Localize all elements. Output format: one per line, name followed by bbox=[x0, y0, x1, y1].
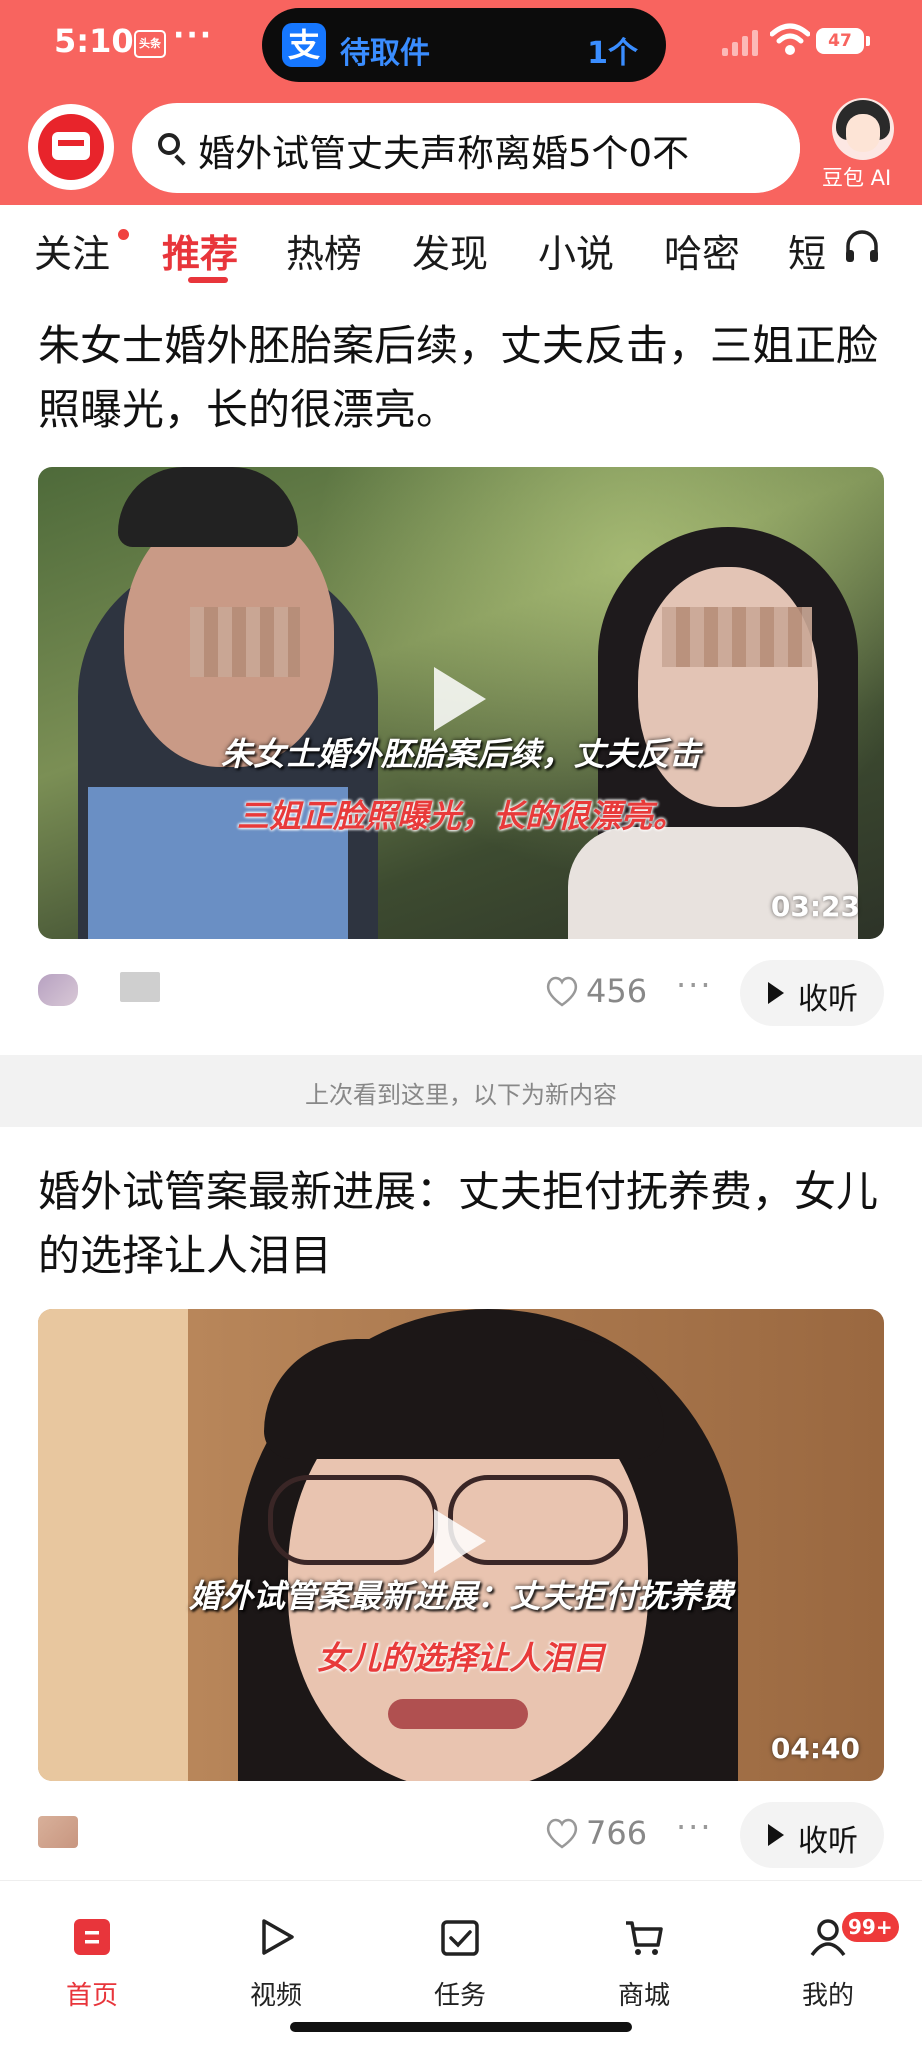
author-name-blurred[interactable] bbox=[120, 972, 160, 1002]
article-title[interactable]: 朱女士婚外胚胎案后续，丈夫反击，三姐正脸照曝光，长的很漂亮。 bbox=[38, 314, 888, 442]
play-icon bbox=[434, 667, 486, 731]
island-pickup-label: 待取件 bbox=[340, 36, 430, 71]
task-icon bbox=[441, 1920, 479, 1956]
more-status-icon: ··· bbox=[173, 18, 214, 53]
tab-recommend[interactable]: 推荐 bbox=[162, 223, 238, 278]
signal-icon bbox=[722, 26, 764, 56]
tab-follow[interactable]: 关注 bbox=[34, 223, 110, 278]
doubao-ai-avatar[interactable] bbox=[832, 98, 894, 160]
card-meta-row: 456 ··· 收听 bbox=[0, 950, 922, 1030]
headphones-icon[interactable] bbox=[842, 226, 882, 266]
more-options-icon[interactable]: ··· bbox=[676, 1808, 713, 1846]
nav-video[interactable]: 视频 bbox=[216, 1903, 336, 2013]
follow-unread-dot bbox=[118, 229, 129, 240]
nav-home[interactable]: 首页 bbox=[32, 1903, 152, 2013]
home-indicator[interactable] bbox=[290, 2022, 632, 2032]
listen-button[interactable]: 收听 bbox=[740, 1802, 884, 1868]
search-icon bbox=[158, 133, 180, 155]
video-caption-line2: 女儿的选择让人泪目 bbox=[316, 1639, 605, 1677]
listen-label: 收听 bbox=[798, 1824, 858, 1859]
video-duration: 03:23 bbox=[770, 890, 860, 923]
video-caption-line2: 三姐正脸照曝光，长的很漂亮。 bbox=[236, 797, 685, 835]
tab-hami[interactable]: 哈密 bbox=[664, 223, 740, 278]
tab-novel[interactable]: 小说 bbox=[538, 223, 614, 278]
app-header: 5:10 头条 ··· 支 待取件 1个 47 婚外试管丈夫声称离婚5个0不 豆… bbox=[0, 0, 922, 205]
heart-icon[interactable] bbox=[544, 1816, 580, 1850]
toutiao-logo[interactable] bbox=[28, 104, 114, 190]
tab-hot[interactable]: 热榜 bbox=[286, 223, 362, 278]
nav-task[interactable]: 任务 bbox=[400, 1903, 520, 2013]
author-avatar[interactable] bbox=[38, 974, 78, 1006]
new-content-divider: 上次看到这里，以下为新内容 bbox=[0, 1055, 922, 1127]
tab-short[interactable]: 短 bbox=[788, 223, 826, 278]
like-count: 766 bbox=[586, 1814, 648, 1852]
play-icon bbox=[768, 982, 784, 1004]
nav-home-label: 首页 bbox=[65, 1981, 118, 2011]
cart-icon bbox=[626, 1921, 663, 1955]
tab-discover[interactable]: 发现 bbox=[412, 223, 488, 278]
app-notification-icon: 头条 bbox=[134, 30, 166, 58]
video-icon bbox=[262, 1919, 294, 1955]
dynamic-island-alipay[interactable]: 支 待取件 1个 bbox=[262, 8, 666, 82]
card-meta-row: 766 ··· 收听 bbox=[0, 1792, 922, 1872]
video-caption-line1: 朱女士婚外胚胎案后续，丈夫反击 bbox=[220, 735, 701, 773]
nav-profile-label: 我的 bbox=[801, 1981, 854, 2011]
nav-video-label: 视频 bbox=[249, 1981, 302, 2011]
island-pickup-count: 1个 bbox=[587, 36, 638, 71]
wifi-icon bbox=[770, 23, 810, 55]
video-thumbnail[interactable]: 朱女士婚外胚胎案后续，丈夫反击 三姐正脸照曝光，长的很漂亮。 03:23 bbox=[38, 467, 884, 939]
more-options-icon[interactable]: ··· bbox=[676, 966, 713, 1004]
active-tab-indicator bbox=[188, 277, 228, 283]
play-icon bbox=[434, 1509, 486, 1573]
play-icon bbox=[768, 1824, 784, 1846]
video-thumbnail[interactable]: 婚外试管案最新进展：丈夫拒付抚养费 女儿的选择让人泪目 04:40 bbox=[38, 1309, 884, 1781]
nav-mall-label: 商城 bbox=[617, 1981, 670, 2011]
status-time: 5:10 bbox=[54, 22, 134, 60]
channel-tabs: 关注 推荐 热榜 发现 小说 哈密 短 bbox=[0, 205, 922, 285]
video-duration: 04:40 bbox=[770, 1732, 860, 1765]
doubao-ai-label[interactable]: 豆包 AI bbox=[822, 162, 891, 192]
alipay-icon: 支 bbox=[282, 23, 326, 67]
search-bar[interactable]: 婚外试管丈夫声称离婚5个0不 bbox=[132, 103, 800, 193]
video-caption-line1: 婚外试管案最新进展：丈夫拒付抚养费 bbox=[188, 1577, 733, 1615]
listen-button[interactable]: 收听 bbox=[740, 960, 884, 1026]
battery-icon: 47 bbox=[816, 28, 870, 54]
like-count: 456 bbox=[586, 972, 648, 1010]
home-icon bbox=[74, 1919, 110, 1955]
author-avatar[interactable] bbox=[38, 1816, 78, 1848]
notification-badge: 99+ bbox=[842, 1912, 899, 1942]
article-title[interactable]: 婚外试管案最新进展：丈夫拒付抚养费，女儿的选择让人泪目 bbox=[38, 1160, 888, 1288]
search-query: 婚外试管丈夫声称离婚5个0不 bbox=[198, 132, 690, 175]
heart-icon[interactable] bbox=[544, 974, 580, 1008]
listen-label: 收听 bbox=[798, 982, 858, 1017]
nav-mall[interactable]: 商城 bbox=[584, 1903, 704, 2013]
divider-text: 上次看到这里，以下为新内容 bbox=[305, 1081, 617, 1109]
nav-task-label: 任务 bbox=[433, 1981, 486, 2011]
